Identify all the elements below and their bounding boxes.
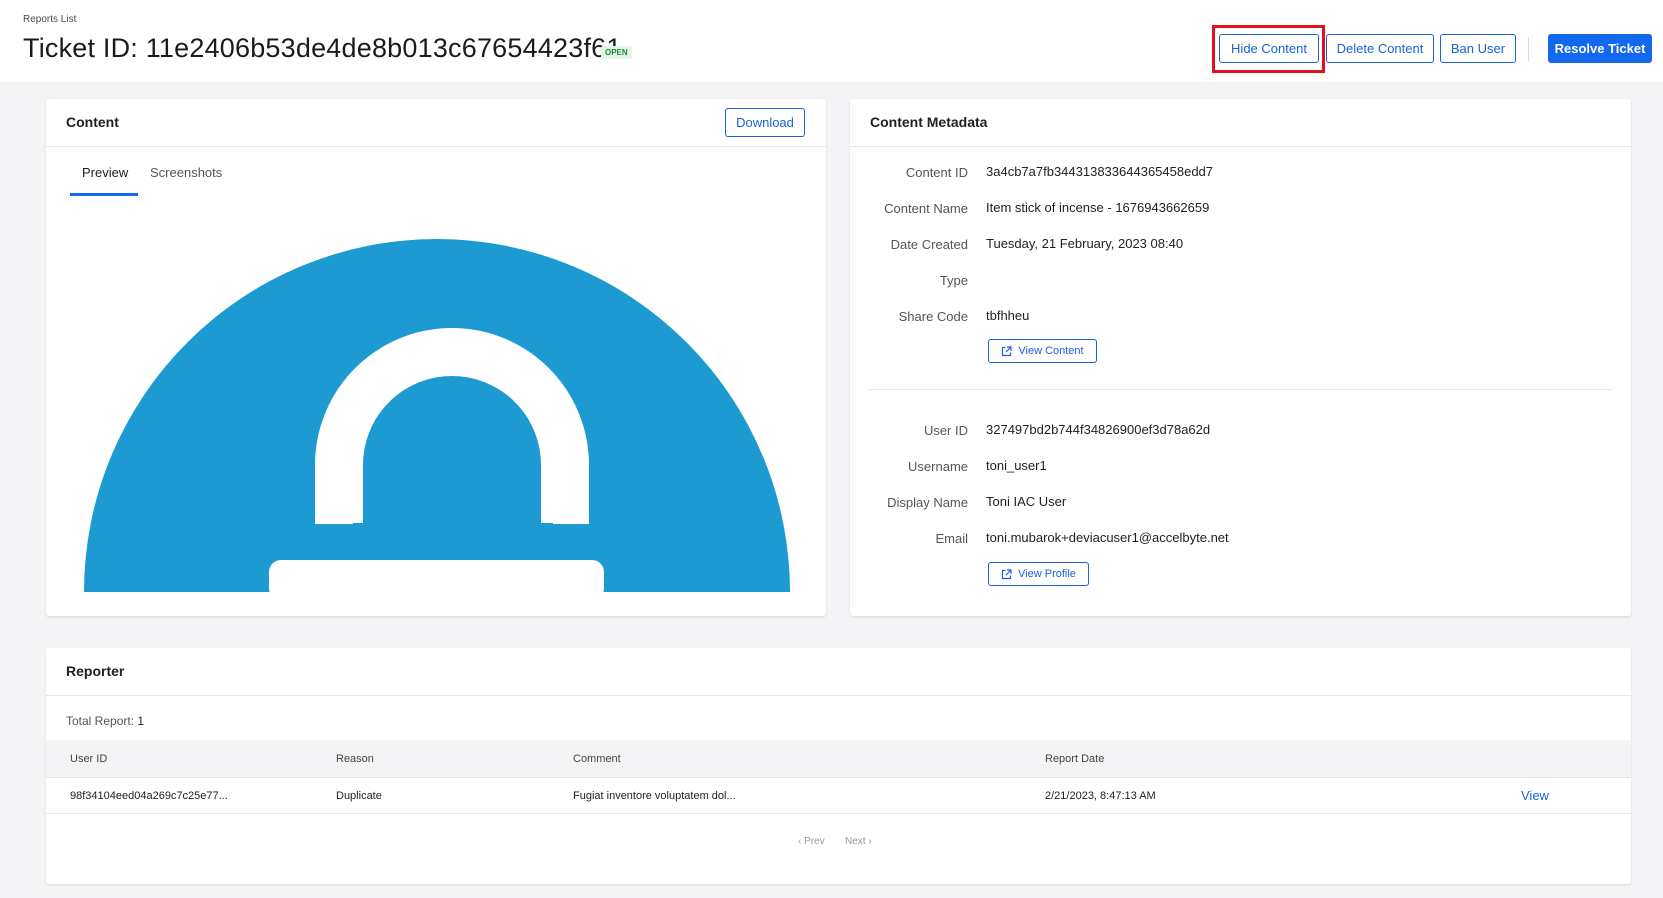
total-report-count: 1 [137, 714, 145, 728]
external-link-icon [1001, 568, 1012, 579]
email-value: toni.mubarok+deviacuser1@accelbyte.net [986, 530, 1229, 545]
email-label: Email [935, 531, 968, 546]
content-name-value: Item stick of incense - 1676943662659 [986, 200, 1210, 215]
row-comment: Fugiat inventore voluptatem dol... [573, 790, 736, 802]
date-created-value: Tuesday, 21 February, 2023 08:40 [986, 236, 1184, 251]
username-label: Username [908, 459, 968, 474]
view-profile-label: View Profile [1018, 568, 1076, 580]
reporter-card-header: Reporter [46, 648, 1631, 696]
total-report-label: Total Report: [66, 714, 135, 728]
download-button[interactable]: Download [725, 108, 805, 137]
reporter-card: Reporter Total Report: 1 User ID Reason … [46, 648, 1631, 884]
content-card-header: Content Download [46, 99, 826, 147]
content-id-value: 3a4cb7a7fb344313833644365458edd7 [986, 164, 1214, 179]
username-value: toni_user1 [986, 458, 1047, 473]
tab-preview[interactable]: Preview [82, 165, 128, 180]
type-label: Type [939, 273, 968, 288]
page-title: Ticket ID: 11e2406b53de4de8b013c67654423… [23, 33, 622, 63]
content-card-title: Content [66, 114, 119, 130]
view-profile-button[interactable]: View Profile [988, 562, 1089, 586]
view-content-label: View Content [1018, 345, 1084, 357]
tab-screenshots[interactable]: Screenshots [150, 165, 222, 180]
table-row: 98f34104eed04a269c7c25e77... Duplicate F… [46, 778, 1631, 814]
ban-user-button[interactable]: Ban User [1440, 34, 1516, 63]
row-user-id: 98f34104eed04a269c7c25e77... [70, 790, 228, 802]
column-header-report-date: Report Date [1045, 753, 1105, 765]
external-link-icon [1002, 345, 1012, 356]
content-id-label: Content ID [905, 165, 968, 180]
metadata-card-title: Content Metadata [870, 114, 988, 130]
active-tab-indicator [70, 193, 138, 196]
display-name-label: Display Name [887, 495, 968, 510]
view-content-button[interactable]: View Content [988, 339, 1097, 363]
user-id-value: 327497bd2b744f34826900ef3d78a62d [986, 422, 1211, 437]
unlocked-padlock-icon [84, 239, 790, 592]
row-reason: Duplicate [336, 790, 382, 802]
page-header: Reports List Ticket ID: 11e2406b53de4de8… [0, 0, 1663, 82]
delete-content-button[interactable]: Delete Content [1326, 34, 1434, 63]
metadata-card-header: Content Metadata [850, 99, 1631, 147]
reporter-card-title: Reporter [66, 663, 125, 679]
column-header-user-id: User ID [70, 753, 108, 765]
date-created-label: Date Created [890, 237, 968, 252]
metadata-divider [868, 389, 1613, 390]
column-header-comment: Comment [573, 753, 621, 765]
user-id-label: User ID [923, 423, 968, 438]
total-report: Total Report: 1 [66, 714, 144, 728]
hide-content-button[interactable]: Hide Content [1219, 34, 1319, 63]
content-name-label: Content Name [884, 201, 968, 216]
next-page-button[interactable]: Next › [845, 836, 872, 847]
content-card: Content Download Preview Screenshots [46, 99, 826, 616]
column-header-reason: Reason [336, 753, 374, 765]
resolve-ticket-button[interactable]: Resolve Ticket [1548, 34, 1652, 63]
prev-page-button[interactable]: ‹ Prev [798, 836, 825, 847]
share-code-value: tbfhheu [986, 308, 1030, 323]
table-header: User ID Reason Comment Report Date [46, 740, 1631, 778]
row-report-date: 2/21/2023, 8:47:13 AM [1045, 790, 1156, 802]
content-metadata-card: Content Metadata Content ID 3a4cb7a7fb34… [850, 99, 1631, 616]
display-name-value: Toni IAC User [986, 494, 1067, 509]
status-badge: OPEN [601, 46, 632, 59]
breadcrumb[interactable]: Reports List [23, 14, 76, 25]
header-divider [1528, 37, 1529, 61]
share-code-label: Share Code [898, 309, 968, 324]
view-report-link[interactable]: View [1521, 788, 1549, 803]
